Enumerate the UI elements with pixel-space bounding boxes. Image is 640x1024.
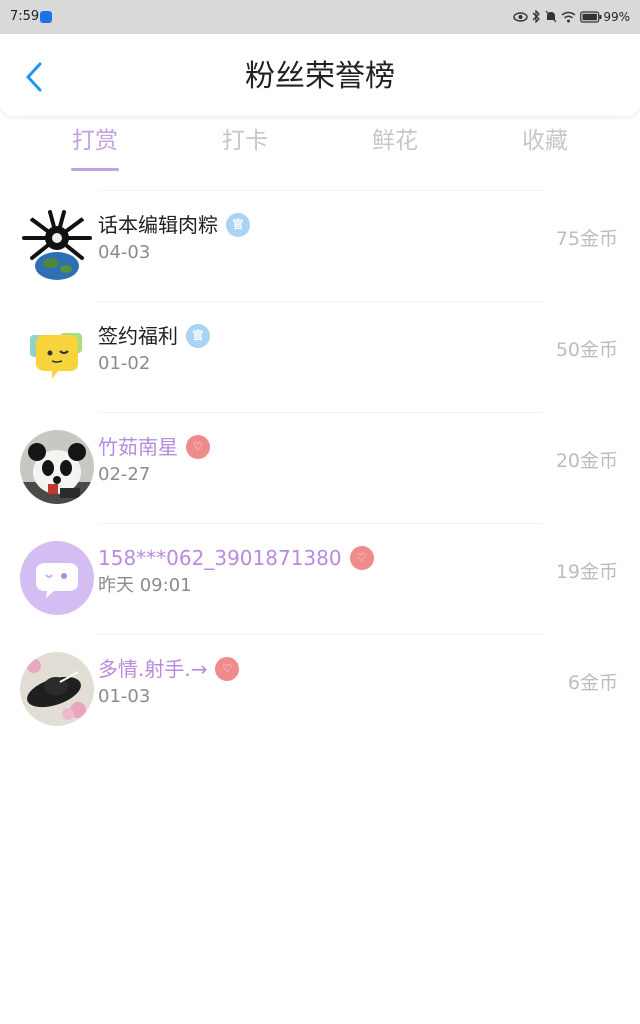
list-item[interactable]: 多情.射手.→ ♡ 01-03 6金币 [0,634,640,745]
avatar[interactable] [20,319,94,393]
avatar[interactable] [20,430,94,504]
mute-bell-icon [545,10,557,23]
list-item[interactable]: 签约福利 官 01-02 50金币 [0,301,640,412]
tip-date: 01-02 [98,353,151,374]
tip-date: 02-27 [98,464,151,485]
user-name[interactable]: 竹茹南星 [98,434,178,460]
status-time: 7:59 [10,9,40,24]
official-badge-icon: 官 [226,213,250,237]
tab-favorites[interactable]: 收藏 [465,124,625,158]
tip-amount: 6金币 [567,672,618,694]
avatar[interactable] [20,652,94,726]
tip-date: 01-03 [98,686,151,707]
badge-text: ♡ [222,662,233,675]
avatar[interactable] [20,208,94,282]
active-tab-indicator [71,168,119,171]
row-divider [98,412,543,413]
tip-date: 04-03 [98,242,151,263]
badge-text: 官 [232,218,244,231]
heart-badge-icon: ♡ [349,546,374,570]
bluetooth-icon [532,10,540,23]
tab-checkin[interactable]: 打卡 [165,124,325,158]
row-divider [98,634,543,635]
chat-bubble-avatar-icon [20,319,94,393]
name-line: 话本编辑肉粽 官 [98,212,250,238]
wifi-icon [561,11,576,22]
row-divider [98,523,543,524]
tip-amount: 75金币 [555,228,618,250]
name-line: 竹茹南星 ♡ [98,434,210,460]
battery-percent: 99% [603,10,630,24]
name-line: 158***062_3901871380 ♡ [98,545,374,571]
avatar[interactable] [20,541,94,615]
tab-bar: 打赏 打卡 鲜花 收藏 [0,124,640,174]
badge-text: 官 [192,329,204,342]
hat-flowers-avatar-icon [20,652,94,726]
tab-flowers[interactable]: 鲜花 [315,124,475,158]
status-bar: 7:59 99% [0,0,640,34]
heart-badge-icon: ♡ [215,657,240,681]
chat-bubble-avatar-icon [20,541,94,615]
badge-text: ♡ [356,551,367,564]
tip-amount: 50金币 [555,339,618,361]
page-title: 粉丝荣誉榜 [245,59,395,94]
list-item[interactable]: 158***062_3901871380 ♡ 昨天 09:01 19金币 [0,523,640,634]
name-line: 签约福利 官 [98,323,210,349]
tip-date: 昨天 09:01 [98,575,192,596]
row-divider [98,301,543,302]
tip-amount: 19金币 [555,561,618,583]
battery-icon [580,10,602,23]
user-name[interactable]: 话本编辑肉粽 [98,212,218,238]
heart-badge-icon: ♡ [186,435,210,459]
tab-reward[interactable]: 打赏 [15,124,175,158]
list-item[interactable]: 话本编辑肉粽 官 04-03 75金币 [0,190,640,301]
eye-icon [513,11,528,22]
user-name[interactable]: 158***062_3901871380 [98,545,342,571]
official-badge-icon: 官 [186,324,210,348]
name-line: 多情.射手.→ ♡ [98,656,240,682]
badge-text: ♡ [193,440,203,453]
panda-avatar-icon [20,430,94,504]
status-icons [513,10,602,23]
list-item[interactable]: 竹茹南星 ♡ 02-27 20金币 [0,412,640,523]
user-name[interactable]: 签约福利 [98,323,178,349]
row-divider [98,190,543,191]
app-notification-icon [40,11,52,23]
spider-globe-avatar-icon [20,208,94,282]
user-name[interactable]: 多情.射手.→ [98,656,207,682]
tip-amount: 20金币 [555,450,618,472]
header-bar: 粉丝荣誉榜 [0,34,640,116]
